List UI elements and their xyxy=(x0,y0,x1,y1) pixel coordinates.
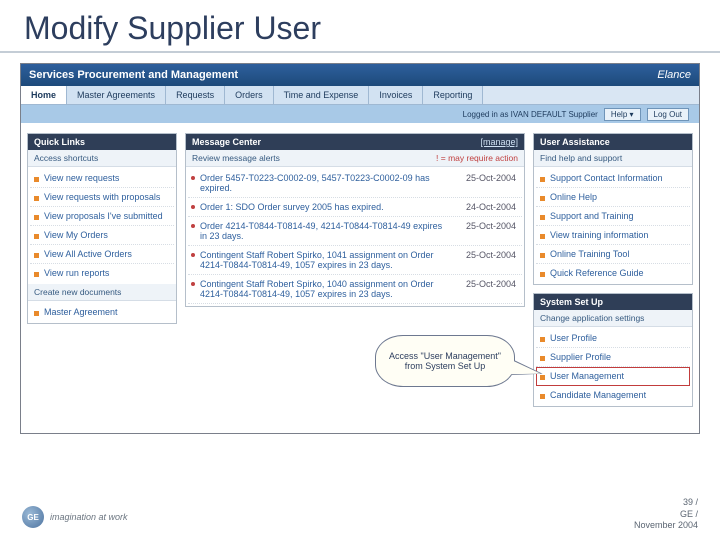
create-docs-subtitle: Create new documents xyxy=(28,284,176,301)
user-assistance-panel: User Assistance Find help and support Su… xyxy=(533,133,693,285)
quick-link-item[interactable]: View new requests xyxy=(30,169,174,188)
quick-link-item[interactable]: View requests with proposals xyxy=(30,188,174,207)
mc-sub-left: Review message alerts xyxy=(192,153,280,163)
message-text: Contingent Staff Robert Spirko, 1041 ass… xyxy=(200,250,450,270)
quick-links-title: Quick Links xyxy=(34,137,85,147)
message-date: 25-Oct-2004 xyxy=(456,279,516,299)
quick-links-sub-text: Access shortcuts xyxy=(34,153,98,163)
tab-time-and-expense[interactable]: Time and Expense xyxy=(274,86,370,104)
quick-link-item[interactable]: View run reports xyxy=(30,264,174,282)
logout-button[interactable]: Log Out xyxy=(647,108,689,121)
system-setup-item[interactable]: User Profile xyxy=(536,329,690,348)
system-setup-list: User ProfileSupplier ProfileUser Managem… xyxy=(536,329,690,404)
user-assistance-item[interactable]: View training information xyxy=(536,226,690,245)
app-window: Services Procurement and Management Elan… xyxy=(20,63,700,434)
message-text: Contingent Staff Robert Spirko, 1040 ass… xyxy=(200,279,450,299)
system-setup-header: System Set Up xyxy=(534,294,692,310)
message-date: 24-Oct-2004 xyxy=(456,202,516,212)
quick-links-subtitle: Access shortcuts xyxy=(28,150,176,167)
system-setup-subtitle: Change application settings xyxy=(534,310,692,327)
message-text: Order 5457-T0223-C0002-09, 5457-T0223-C0… xyxy=(200,173,450,193)
system-setup-panel: System Set Up Change application setting… xyxy=(533,293,693,407)
system-setup-item[interactable]: Supplier Profile xyxy=(536,348,690,367)
user-assistance-header: User Assistance xyxy=(534,134,692,150)
left-column: Quick Links Access shortcuts View new re… xyxy=(27,133,177,423)
quick-link-item[interactable]: View My Orders xyxy=(30,226,174,245)
footer-line1: 39 / xyxy=(634,497,698,509)
message-list: Order 5457-T0223-C0002-09, 5457-T0223-C0… xyxy=(188,169,522,304)
tab-master-agreements[interactable]: Master Agreements xyxy=(67,86,166,104)
message-row[interactable]: Order 4214-T0844-T0814-49, 4214-T0844-T0… xyxy=(188,217,522,246)
message-row[interactable]: Order 5457-T0223-C0002-09, 5457-T0223-C0… xyxy=(188,169,522,198)
app-header: Services Procurement and Management Elan… xyxy=(21,64,699,86)
quick-links-panel: Quick Links Access shortcuts View new re… xyxy=(27,133,177,324)
message-row[interactable]: Contingent Staff Robert Spirko, 1041 ass… xyxy=(188,246,522,275)
quick-links-list: View new requestsView requests with prop… xyxy=(30,169,174,282)
slide-title: Modify Supplier User xyxy=(0,0,720,53)
ge-logo-block: GE imagination at work xyxy=(22,506,128,528)
quick-link-item[interactable]: View proposals I've submitted xyxy=(30,207,174,226)
message-text: Order 4214-T0844-T0814-49, 4214-T0844-T0… xyxy=(200,221,450,241)
right-column: User Assistance Find help and support Su… xyxy=(533,133,693,423)
app-title: Services Procurement and Management xyxy=(29,69,238,81)
footer-line3: November 2004 xyxy=(634,520,698,532)
ua-sub-text: Find help and support xyxy=(540,153,622,163)
help-dropdown[interactable]: Help ▾ xyxy=(604,108,641,121)
quick-link-item[interactable]: View All Active Orders xyxy=(30,245,174,264)
message-date: 25-Oct-2004 xyxy=(456,250,516,270)
system-setup-item[interactable]: User Management xyxy=(536,367,690,386)
footer-line2: GE / xyxy=(634,509,698,521)
user-assistance-item[interactable]: Support Contact Information xyxy=(536,169,690,188)
ss-sub-text: Change application settings xyxy=(540,313,644,323)
message-date: 25-Oct-2004 xyxy=(456,221,516,241)
tab-requests[interactable]: Requests xyxy=(166,86,225,104)
content-area: Quick Links Access shortcuts View new re… xyxy=(21,123,699,433)
middle-column: Message Center [manage] Review message a… xyxy=(185,133,525,423)
ge-tagline: imagination at work xyxy=(50,512,128,522)
callout-area: Access "User Management" from System Set… xyxy=(185,315,525,405)
mc-sub-right: ! = may require action xyxy=(436,153,518,163)
tab-invoices[interactable]: Invoices xyxy=(369,86,423,104)
ge-logo-icon: GE xyxy=(22,506,44,528)
user-assistance-title: User Assistance xyxy=(540,137,610,147)
nav-tabs: HomeMaster AgreementsRequestsOrdersTime … xyxy=(21,86,699,105)
user-assistance-item[interactable]: Quick Reference Guide xyxy=(536,264,690,282)
slide-footer: 39 / GE / November 2004 xyxy=(634,497,698,532)
login-status: Logged in as IVAN DEFAULT Supplier xyxy=(463,110,598,119)
login-bar: Logged in as IVAN DEFAULT Supplier Help … xyxy=(21,105,699,123)
message-row[interactable]: Contingent Staff Robert Spirko, 1040 ass… xyxy=(188,275,522,304)
message-row[interactable]: Order 1: SDO Order survey 2005 has expir… xyxy=(188,198,522,217)
create-doc-item[interactable]: Master Agreement xyxy=(30,303,174,321)
message-center-header: Message Center [manage] xyxy=(186,134,524,150)
brand-logo: Elance xyxy=(657,69,691,81)
message-center-title: Message Center xyxy=(192,137,261,147)
tab-orders[interactable]: Orders xyxy=(225,86,274,104)
user-assistance-list: Support Contact InformationOnline HelpSu… xyxy=(536,169,690,282)
manage-link[interactable]: [manage] xyxy=(480,137,518,147)
quick-links-header: Quick Links xyxy=(28,134,176,150)
user-assistance-item[interactable]: Support and Training xyxy=(536,207,690,226)
message-date: 25-Oct-2004 xyxy=(456,173,516,193)
callout-bubble: Access "User Management" from System Set… xyxy=(375,335,515,387)
message-center-panel: Message Center [manage] Review message a… xyxy=(185,133,525,307)
message-center-subtitle: Review message alerts ! = may require ac… xyxy=(186,150,524,167)
user-assistance-item[interactable]: Online Help xyxy=(536,188,690,207)
system-setup-item[interactable]: Candidate Management xyxy=(536,386,690,404)
user-assistance-item[interactable]: Online Training Tool xyxy=(536,245,690,264)
tab-reporting[interactable]: Reporting xyxy=(423,86,483,104)
system-setup-title: System Set Up xyxy=(540,297,603,307)
create-docs-sub-text: Create new documents xyxy=(34,287,121,297)
user-assistance-subtitle: Find help and support xyxy=(534,150,692,167)
message-text: Order 1: SDO Order survey 2005 has expir… xyxy=(200,202,450,212)
tab-home[interactable]: Home xyxy=(21,86,67,104)
create-docs-list: Master Agreement xyxy=(30,303,174,321)
